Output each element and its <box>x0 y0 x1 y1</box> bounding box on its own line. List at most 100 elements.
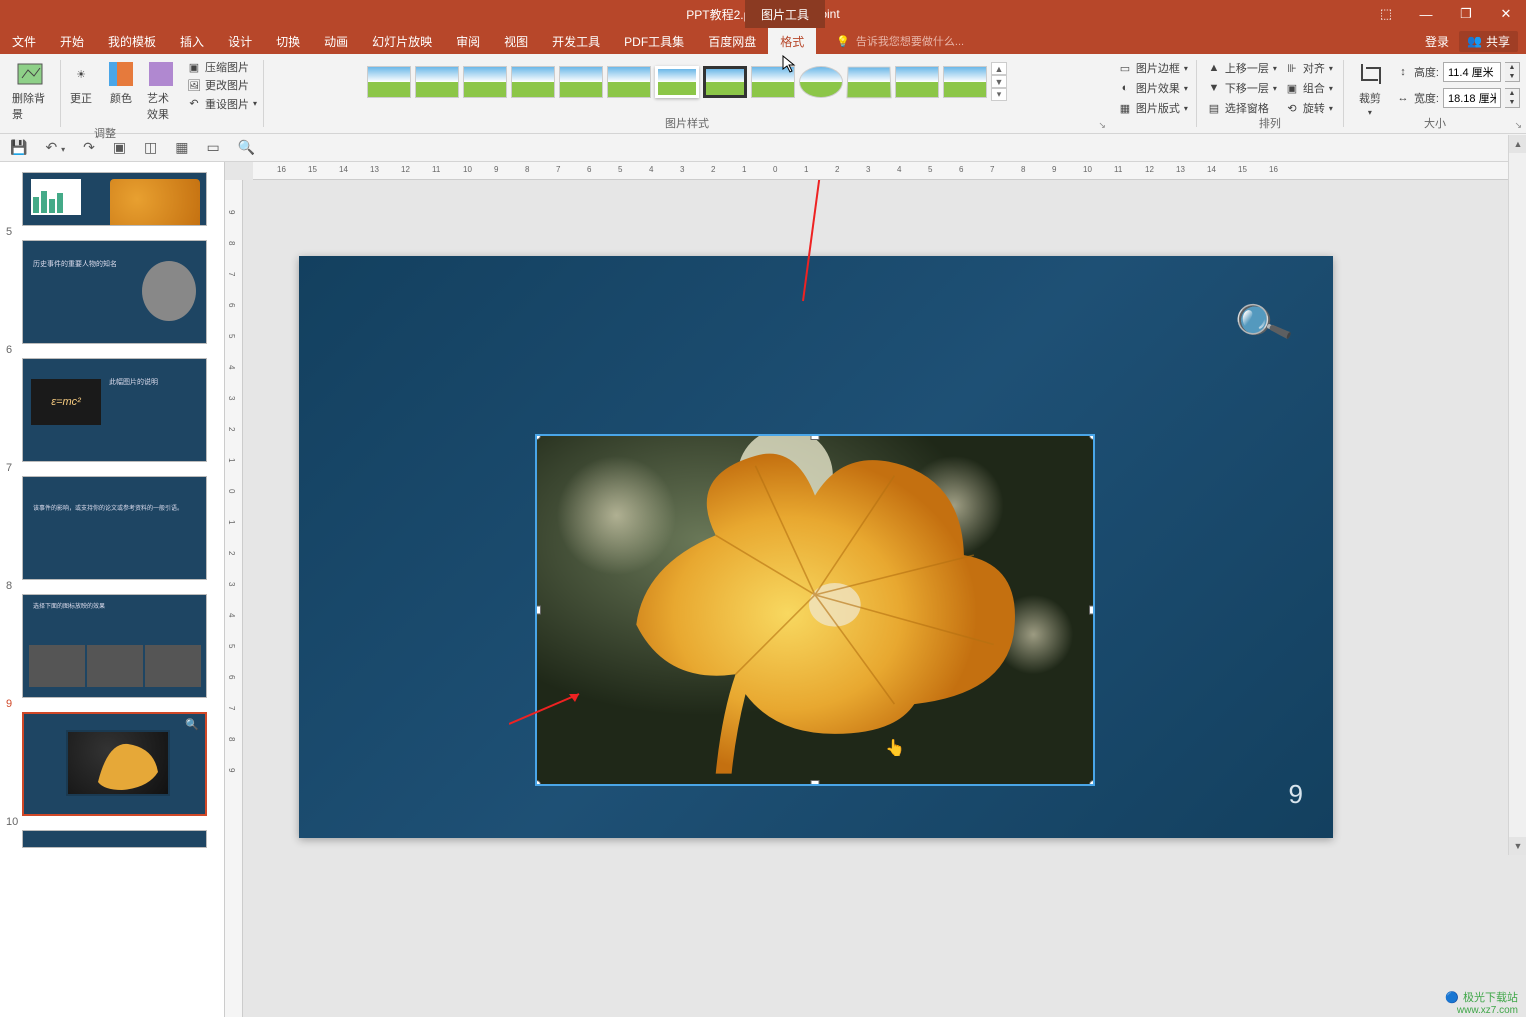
close-button[interactable]: ✕ <box>1486 0 1526 28</box>
style-thumb-3[interactable] <box>463 66 507 98</box>
menu-right: 登录 👥 共享 <box>1425 31 1518 52</box>
save-button[interactable]: 💾 <box>10 139 27 156</box>
artistic-effects-button[interactable]: 艺术效果 <box>141 58 181 124</box>
tab-transitions[interactable]: 切换 <box>264 28 312 54</box>
slide-thumbnails-panel: 5 历史事件的重要人物的知名 6 ε=mc² 此幅图片的说明 7 该事件的影响，… <box>0 162 225 1017</box>
picture-border-button[interactable]: ▭图片边框▾ <box>1114 58 1192 78</box>
tab-slideshow[interactable]: 幻灯片放映 <box>360 28 444 54</box>
change-picture-button[interactable]: 🖼更改图片 <box>183 76 261 94</box>
style-thumb-8[interactable] <box>703 66 747 98</box>
tab-design[interactable]: 设计 <box>216 28 264 54</box>
qat-button-2[interactable]: ◫ <box>144 139 157 156</box>
style-thumb-12[interactable] <box>895 66 939 98</box>
gallery-down-button[interactable]: ▼ <box>991 75 1007 88</box>
color-button[interactable]: 颜色 <box>101 58 141 124</box>
crop-button[interactable]: 裁剪 ▾ <box>1350 58 1390 119</box>
size-dialog-launcher[interactable]: ↘ <box>1514 120 1522 131</box>
send-backward-button[interactable]: ▼下移一层▾ <box>1203 78 1281 98</box>
style-thumb-4[interactable] <box>511 66 555 98</box>
height-input[interactable] <box>1443 62 1501 82</box>
selected-image[interactable]: ⟲ 👆 <box>535 434 1095 786</box>
resize-handle-br[interactable] <box>1089 780 1095 786</box>
tab-developer[interactable]: 开发工具 <box>540 28 612 54</box>
tab-format[interactable]: 格式 <box>768 28 816 54</box>
tab-file[interactable]: 文件 <box>0 28 48 54</box>
canvas-area[interactable]: 🔍 9 <box>253 180 1526 1017</box>
contextual-tab-picture-tools[interactable]: 图片工具 <box>745 0 825 28</box>
tab-home[interactable]: 开始 <box>48 28 96 54</box>
undo-button[interactable]: ↶ ▾ <box>45 139 65 156</box>
slide-thumb-10[interactable]: 10 <box>8 830 216 848</box>
qat-button-1[interactable]: ▣ <box>113 139 126 156</box>
style-thumb-1[interactable] <box>367 66 411 98</box>
horizontal-ruler[interactable]: 1615141312111098765432101234567891011121… <box>253 162 1526 180</box>
style-thumb-5[interactable] <box>559 66 603 98</box>
minimize-button[interactable]: — <box>1406 0 1446 28</box>
scroll-up-button[interactable]: ▲ <box>1509 135 1526 153</box>
tab-insert[interactable]: 插入 <box>168 28 216 54</box>
resize-handle-mr[interactable] <box>1089 606 1095 615</box>
compress-pictures-button[interactable]: ▣压缩图片 <box>183 58 261 76</box>
slide-editor: 1615141312111098765432101234567891011121… <box>225 162 1526 1017</box>
picture-effects-button[interactable]: ◐图片效果▾ <box>1114 78 1192 98</box>
slide-thumb-9[interactable]: 9 🔍 <box>8 712 216 816</box>
styles-dialog-launcher[interactable]: ↘ <box>1098 120 1106 131</box>
slide-thumb-7[interactable]: 7 该事件的影响，或支持你的论文或参考资料的一般引语。 <box>8 476 216 580</box>
resize-handle-bm[interactable] <box>811 780 820 786</box>
qat-button-3[interactable]: ▦ <box>175 139 188 156</box>
watermark-icon: 🔵 <box>1445 991 1459 1004</box>
login-link[interactable]: 登录 <box>1425 33 1449 50</box>
redo-button[interactable]: ↷ <box>83 139 95 156</box>
resize-handle-bl[interactable] <box>535 780 541 786</box>
tab-view[interactable]: 视图 <box>492 28 540 54</box>
width-input[interactable] <box>1443 88 1501 108</box>
resize-handle-ml[interactable] <box>535 606 541 615</box>
tab-animations[interactable]: 动画 <box>312 28 360 54</box>
style-thumb-9[interactable] <box>751 66 795 98</box>
tab-mytemplates[interactable]: 我的模板 <box>96 28 168 54</box>
share-button[interactable]: 👥 共享 <box>1459 31 1518 52</box>
style-thumb-6[interactable] <box>607 66 651 98</box>
tab-review[interactable]: 审阅 <box>444 28 492 54</box>
resize-handle-tr[interactable] <box>1089 434 1095 440</box>
scroll-down-button[interactable]: ▼ <box>1509 837 1526 855</box>
tell-me-search[interactable]: 💡 告诉我您想要做什么... <box>836 33 964 49</box>
height-down[interactable]: ▼ <box>1505 72 1519 81</box>
height-up[interactable]: ▲ <box>1505 63 1519 72</box>
slide-thumb-4[interactable] <box>8 172 216 226</box>
gallery-up-button[interactable]: ▲ <box>991 62 1007 75</box>
style-gallery[interactable]: ▲ ▼ ▾ <box>363 58 1011 105</box>
slide-number: 9 <box>1289 779 1303 810</box>
remove-background-button[interactable]: 删除背景 <box>6 58 54 124</box>
width-control: ↔ 宽度: ▲▼ <box>1396 88 1520 108</box>
style-thumb-7[interactable] <box>655 66 699 98</box>
style-thumb-11[interactable] <box>846 66 891 98</box>
gallery-more-button[interactable]: ▾ <box>991 88 1007 101</box>
qat-button-5[interactable]: 🔍 <box>238 139 255 156</box>
vertical-scrollbar[interactable]: ▲ ▼ <box>1508 135 1526 855</box>
tab-baidunetdisk[interactable]: 百度网盘 <box>696 28 768 54</box>
picture-layout-button[interactable]: ▦图片版式▾ <box>1114 98 1192 118</box>
restore-button[interactable]: ❐ <box>1446 0 1486 28</box>
corrections-button[interactable]: ☀ 更正 <box>61 58 101 124</box>
resize-handle-tm[interactable] <box>811 434 820 440</box>
style-thumb-10[interactable] <box>799 66 843 98</box>
group-button[interactable]: ▣组合▾ <box>1281 78 1337 98</box>
tab-pdftools[interactable]: PDF工具集 <box>612 28 696 54</box>
rotate-button[interactable]: ⟲旋转▾ <box>1281 98 1337 118</box>
bring-forward-button[interactable]: ▲上移一层▾ <box>1203 58 1281 78</box>
vertical-ruler[interactable]: 9876543210123456789 <box>225 180 243 1017</box>
style-thumb-13[interactable] <box>943 66 987 98</box>
slide-canvas[interactable]: 🔍 9 <box>299 256 1333 838</box>
ribbon-display-options[interactable]: ⬚ <box>1366 0 1406 28</box>
align-button[interactable]: ⊪对齐▾ <box>1281 58 1337 78</box>
slide-thumb-5[interactable]: 5 历史事件的重要人物的知名 <box>8 240 216 344</box>
qat-button-4[interactable]: ▭ <box>207 139 220 156</box>
slide-thumb-8[interactable]: 8 选择下面的图标放映的效果 <box>8 594 216 698</box>
width-down[interactable]: ▼ <box>1505 98 1519 107</box>
reset-picture-button[interactable]: ↶重设图片▾ <box>183 95 261 113</box>
width-up[interactable]: ▲ <box>1505 89 1519 98</box>
selection-icon: ▤ <box>1207 101 1221 115</box>
slide-thumb-6[interactable]: 6 ε=mc² 此幅图片的说明 <box>8 358 216 462</box>
style-thumb-2[interactable] <box>415 66 459 98</box>
